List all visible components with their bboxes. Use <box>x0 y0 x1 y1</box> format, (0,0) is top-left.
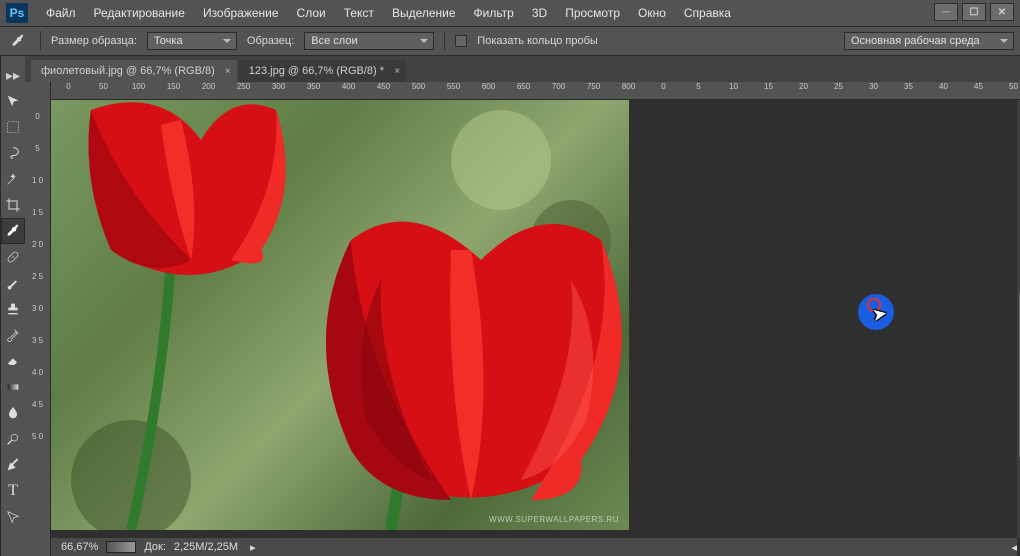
menu-image[interactable]: Изображение <box>195 2 287 24</box>
pen-tool[interactable] <box>1 452 25 478</box>
brush-tool[interactable] <box>1 270 25 296</box>
heal-tool[interactable] <box>1 244 25 270</box>
move-tool[interactable] <box>1 88 25 114</box>
cursor-highlight-annotation: ➤ <box>858 294 894 330</box>
menu-file[interactable]: Файл <box>38 2 84 24</box>
crop-tool[interactable] <box>1 192 25 218</box>
gradient-tool[interactable] <box>1 374 25 400</box>
eyedropper-indicator-icon[interactable] <box>6 29 30 53</box>
workspace-dropdown[interactable]: Основная рабочая среда <box>844 32 1014 50</box>
status-bar: 66,67% Док: 2,25M/2,25M ▸ ◂ <box>51 538 1017 556</box>
close-button[interactable]: ✕ <box>990 3 1014 21</box>
eraser-tool[interactable] <box>1 348 25 374</box>
marquee-tool[interactable] <box>1 114 25 140</box>
menu-bar: Ps Файл Редактирование Изображение Слои … <box>0 0 1020 26</box>
horizontal-ruler[interactable]: 050 100150 200250 300350 400450 500550 6… <box>51 82 1020 100</box>
sample-size-dropdown[interactable]: Точка <box>147 32 237 50</box>
app-logo: Ps <box>6 3 28 23</box>
close-tab-icon[interactable]: × <box>394 66 400 77</box>
stamp-tool[interactable] <box>1 296 25 322</box>
doc-size-label: Док: <box>144 541 166 553</box>
close-tab-icon[interactable]: × <box>225 66 231 77</box>
sample-size-label: Размер образца: <box>51 35 137 47</box>
menu-select[interactable]: Выделение <box>384 2 464 24</box>
tools-panel: ▸▸ T <box>1 56 25 556</box>
history-brush-tool[interactable] <box>1 322 25 348</box>
document-tabs: фиолетовый.jpg @ 66,7% (RGB/8) × 123.jpg… <box>25 56 1020 82</box>
document-image: WWW.SUPERWALLPAPERS.RU <box>51 100 629 530</box>
menu-layers[interactable]: Слои <box>289 2 334 24</box>
document-tab-label: 123.jpg @ 66,7% (RGB/8) * <box>249 65 384 77</box>
sample-label: Образец: <box>247 35 294 47</box>
main-menu: Файл Редактирование Изображение Слои Тек… <box>38 2 739 24</box>
vertical-ruler[interactable]: 05 1 01 5 2 02 5 3 03 5 4 04 5 5 0 <box>25 82 51 556</box>
menu-edit[interactable]: Редактирование <box>86 2 193 24</box>
show-sampling-ring-label: Показать кольцо пробы <box>477 35 598 47</box>
menu-window[interactable]: Окно <box>630 2 674 24</box>
menu-filter[interactable]: Фильтр <box>466 2 522 24</box>
preview-icon[interactable] <box>106 541 136 553</box>
menu-help[interactable]: Справка <box>676 2 739 24</box>
sample-source-dropdown[interactable]: Все слои <box>304 32 434 50</box>
status-more-icon[interactable]: ▸ <box>250 541 256 554</box>
type-tool[interactable]: T <box>1 478 25 504</box>
menu-view[interactable]: Просмотр <box>557 2 628 24</box>
document-tab-active[interactable]: 123.jpg @ 66,7% (RGB/8) * × <box>239 60 406 82</box>
lasso-tool[interactable] <box>1 140 25 166</box>
wand-tool[interactable] <box>1 166 25 192</box>
menu-type[interactable]: Текст <box>336 2 382 24</box>
options-bar: Размер образца: Точка Образец: Все слои … <box>0 26 1020 56</box>
eyedropper-tool[interactable] <box>1 218 25 244</box>
blur-tool[interactable] <box>1 400 25 426</box>
hscroll-left-icon[interactable]: ◂ <box>1011 541 1017 554</box>
image-watermark: WWW.SUPERWALLPAPERS.RU <box>489 515 619 524</box>
minimize-button[interactable]: ─ <box>934 3 958 21</box>
document-tab[interactable]: фиолетовый.jpg @ 66,7% (RGB/8) × <box>31 60 237 82</box>
menu-3d[interactable]: 3D <box>524 2 555 24</box>
document-tab-label: фиолетовый.jpg @ 66,7% (RGB/8) <box>41 65 215 77</box>
path-select-tool[interactable] <box>1 504 25 530</box>
zoom-level[interactable]: 66,67% <box>61 541 98 553</box>
tool-expand-icon[interactable]: ▸▸ <box>1 62 25 88</box>
cursor-arrow-icon: ➤ <box>870 303 889 326</box>
maximize-button[interactable]: ☐ <box>962 3 986 21</box>
window-controls: ─ ☐ ✕ <box>934 3 1014 21</box>
show-sampling-ring-checkbox[interactable] <box>455 35 467 47</box>
dodge-tool[interactable] <box>1 426 25 452</box>
doc-size-value: 2,25M/2,25M <box>174 541 238 553</box>
